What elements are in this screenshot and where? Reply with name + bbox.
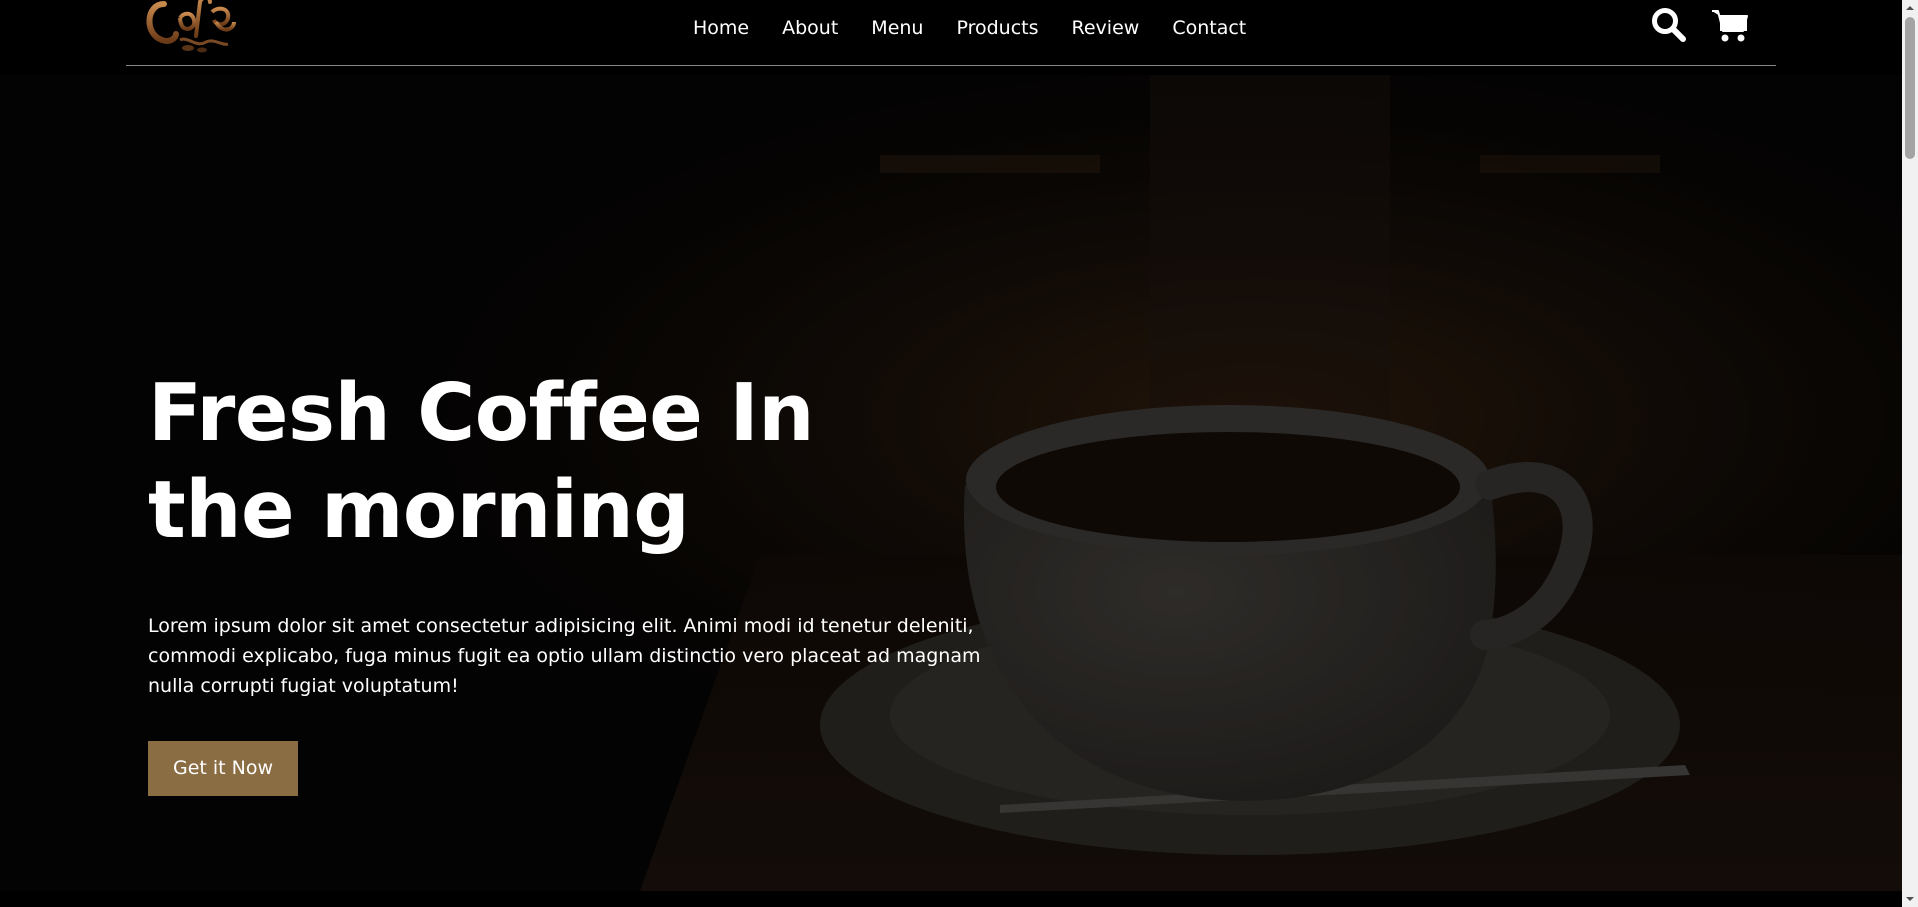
scroll-down-arrow-icon[interactable] bbox=[1902, 891, 1918, 907]
hero-section: Fresh Coffee In the morning Lorem ipsum … bbox=[0, 75, 1902, 891]
nav-link-about[interactable]: About bbox=[782, 14, 838, 42]
scroll-up-arrow-icon[interactable] bbox=[1902, 0, 1918, 16]
search-icon[interactable] bbox=[1650, 6, 1688, 44]
cart-icon[interactable] bbox=[1710, 6, 1748, 44]
site-header: Home About Menu Products Review Contact bbox=[126, 0, 1776, 66]
nav-link-review[interactable]: Review bbox=[1072, 14, 1140, 42]
coffee-logo[interactable] bbox=[140, 0, 240, 60]
nav-link-products[interactable]: Products bbox=[956, 14, 1038, 42]
nav-link-contact[interactable]: Contact bbox=[1172, 14, 1246, 42]
nav-link-home[interactable]: Home bbox=[693, 14, 749, 42]
header-icons bbox=[1650, 6, 1748, 44]
hero-title: Fresh Coffee In the morning bbox=[148, 367, 815, 556]
page: Home About Menu Products Review Contact bbox=[0, 0, 1918, 907]
hero-description: Lorem ipsum dolor sit amet consectetur a… bbox=[148, 615, 981, 697]
get-it-now-button[interactable]: Get it Now bbox=[148, 741, 299, 796]
main-nav: Home About Menu Products Review Contact bbox=[693, 14, 1279, 42]
scrollbar-thumb[interactable] bbox=[1905, 17, 1915, 159]
vertical-scrollbar[interactable] bbox=[1902, 0, 1918, 907]
hero-content: Fresh Coffee In the morning Lorem ipsum … bbox=[148, 365, 1028, 796]
nav-link-menu[interactable]: Menu bbox=[871, 14, 923, 42]
